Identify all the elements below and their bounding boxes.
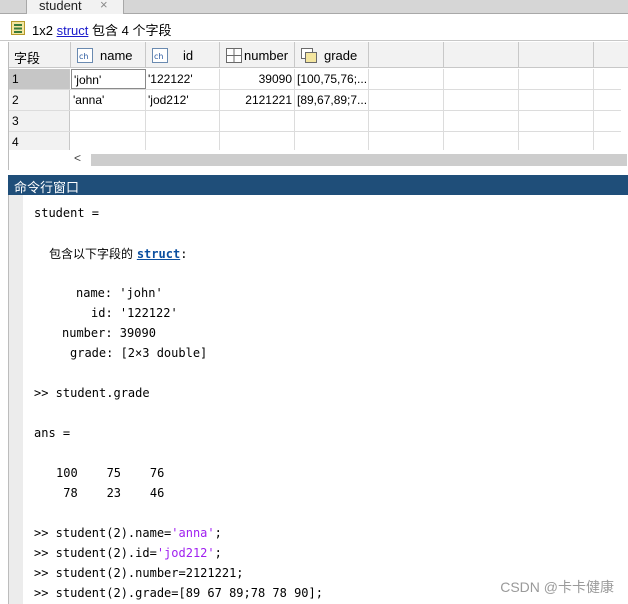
cell-empty[interactable] xyxy=(369,69,444,89)
command-line: >> student(2).name='anna'; xyxy=(34,526,222,540)
cell-id[interactable]: 'jod212' xyxy=(146,90,220,110)
cell-id[interactable]: '122122' xyxy=(146,69,220,89)
column-label: id xyxy=(183,48,194,63)
row-number[interactable]: 4 xyxy=(9,132,70,152)
tab-student[interactable]: student × xyxy=(26,0,124,14)
cell-grade[interactable]: [89,67,89;7... xyxy=(295,90,369,110)
column-header-id[interactable]: ch id xyxy=(146,42,220,68)
struct-link[interactable]: struct xyxy=(57,23,89,38)
output-text: 包含以下字段的 xyxy=(49,247,137,261)
table-row: 3 xyxy=(9,111,621,132)
cell-number[interactable]: 39090 xyxy=(220,69,295,89)
struct-help-link[interactable]: struct xyxy=(137,247,180,261)
cell-number[interactable]: 2121221 xyxy=(220,90,295,110)
watermark-text: CSDN @卡卡健康 xyxy=(500,579,614,595)
command-line: >> student(2).number=2121221; xyxy=(34,566,244,580)
close-icon[interactable]: × xyxy=(100,0,108,12)
command-window[interactable]: student = 包含以下字段的 struct: name: 'john' i… xyxy=(8,195,628,604)
cell-name[interactable]: 'anna' xyxy=(71,90,146,110)
output-text: : xyxy=(180,247,188,261)
table-row: 1 'john' '122122' 39090 [100,75,76;... xyxy=(9,69,621,90)
row-number[interactable]: 1 xyxy=(9,69,70,89)
column-header-empty xyxy=(444,42,519,68)
variable-grid: 字段 ch name ch id number grade 1 'john' '… xyxy=(8,42,628,170)
scroll-left-icon[interactable]: < xyxy=(74,151,81,165)
column-label: name xyxy=(100,48,133,63)
cell-empty[interactable] xyxy=(444,111,519,131)
scrollbar-thumb[interactable] xyxy=(91,154,627,166)
column-header-empty xyxy=(519,42,594,68)
struct-icon xyxy=(11,21,25,35)
command-text: >> student(2).name= xyxy=(34,526,172,540)
editor-tabbar: student × xyxy=(0,0,628,14)
cell-number[interactable] xyxy=(220,111,295,131)
column-header-empty xyxy=(369,42,444,68)
output-line: number: 39090 xyxy=(62,326,156,340)
table-row: 2 'anna' 'jod212' 2121221 [89,67,89;7... xyxy=(9,90,621,111)
grid-corner: 字段 xyxy=(9,42,71,68)
command-line: >> student(2).id='jod212'; xyxy=(34,546,222,560)
command-line: >> student.grade xyxy=(34,386,150,400)
svg-text:ch: ch xyxy=(154,52,163,61)
output-line: 78 23 46 xyxy=(56,486,165,500)
cell-empty[interactable] xyxy=(444,132,519,152)
column-header-empty xyxy=(594,42,628,68)
command-text: ; xyxy=(214,546,222,560)
cell-empty[interactable] xyxy=(519,111,594,131)
output-line: id: '122122' xyxy=(91,306,178,320)
cell-empty[interactable] xyxy=(519,90,594,110)
tab-label: student xyxy=(39,0,82,13)
string-literal: 'anna' xyxy=(171,526,215,540)
row-number[interactable]: 3 xyxy=(9,111,70,131)
cell-id[interactable] xyxy=(146,132,220,152)
output-line: student = xyxy=(34,206,100,220)
cell-grade[interactable] xyxy=(295,111,369,131)
command-window-title[interactable]: 命令行窗口 xyxy=(8,175,628,195)
numeric-field-icon xyxy=(226,48,242,63)
cell-name[interactable] xyxy=(71,111,146,131)
size-text: 1x2 xyxy=(32,23,53,38)
column-label: grade xyxy=(324,48,358,63)
command-gutter xyxy=(9,195,23,604)
svg-text:ch: ch xyxy=(79,52,88,61)
cell-empty[interactable] xyxy=(369,132,444,152)
info-text: 1x2 struct 包含 4 个字段 xyxy=(32,20,171,39)
command-text: ; xyxy=(214,526,222,540)
char-field-icon: ch xyxy=(152,48,168,63)
cell-name[interactable] xyxy=(71,132,146,152)
cell-empty[interactable] xyxy=(369,111,444,131)
command-text: >> student(2).id= xyxy=(34,546,157,560)
string-literal: 'jod212' xyxy=(156,546,215,560)
horizontal-scrollbar[interactable]: < xyxy=(9,150,628,168)
output-line: 包含以下字段的 struct: xyxy=(49,245,187,262)
corner-label: 字段 xyxy=(14,51,41,66)
row-number[interactable]: 2 xyxy=(9,90,70,110)
column-header-name[interactable]: ch name xyxy=(71,42,146,68)
cell-empty[interactable] xyxy=(369,90,444,110)
output-line: 100 75 76 xyxy=(56,466,165,480)
cell-id[interactable] xyxy=(146,111,220,131)
cell-empty[interactable] xyxy=(444,90,519,110)
cell-grade[interactable]: [100,75,76;... xyxy=(295,69,369,89)
output-line: name: 'john' xyxy=(76,286,163,300)
column-header-number[interactable]: number xyxy=(220,42,295,68)
cell-number[interactable] xyxy=(220,132,295,152)
command-line: >> student(2).grade=[89 67 89;78 78 90]; xyxy=(34,586,323,600)
variable-info-bar: 1x2 struct 包含 4 个字段 xyxy=(0,15,628,41)
output-line: grade: [2×3 double] xyxy=(70,346,208,360)
char-field-icon: ch xyxy=(77,48,93,63)
cell-empty[interactable] xyxy=(519,69,594,89)
matrix-field-icon xyxy=(301,48,317,63)
output-line: ans = xyxy=(34,426,71,440)
column-header-grade[interactable]: grade xyxy=(295,42,369,68)
cell-name[interactable]: 'john' xyxy=(71,69,146,89)
cell-empty[interactable] xyxy=(444,69,519,89)
cell-grade[interactable] xyxy=(295,132,369,152)
column-label: number xyxy=(244,48,289,63)
cell-empty[interactable] xyxy=(519,132,594,152)
field-count-text: 包含 4 个字段 xyxy=(92,23,172,38)
